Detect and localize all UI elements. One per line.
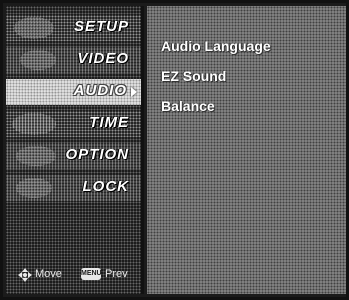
move-hint-label: Move: [35, 268, 62, 280]
submenu-item-ez-sound[interactable]: EZ Sound: [161, 68, 226, 84]
menu-item-label: OPTION: [65, 146, 129, 163]
setup-icon: [14, 17, 54, 39]
lock-icon: [16, 178, 52, 198]
menu-item-time[interactable]: TIME: [6, 111, 141, 137]
four-way-arrow-icon: [18, 268, 32, 282]
menu-item-video[interactable]: VIDEO: [6, 47, 141, 73]
menu-button-icon: MENU: [81, 268, 102, 280]
menu-item-label: SETUP: [73, 18, 129, 35]
main-menu: SETUP VIDEO AUDIO TIME OPTION LOCK: [6, 6, 144, 294]
menu-item-lock[interactable]: LOCK: [6, 175, 141, 201]
submenu-item-audio-language[interactable]: Audio Language: [161, 38, 271, 54]
speaker-icon: [16, 81, 58, 103]
submenu-item-balance[interactable]: Balance: [161, 98, 215, 114]
menu-item-label: VIDEO: [77, 50, 129, 67]
audio-submenu: Audio Language EZ Sound Balance: [147, 6, 346, 294]
menu-item-label: AUDIO: [73, 82, 127, 99]
prev-hint-label: Prev: [105, 268, 128, 280]
option-icon: [16, 146, 56, 166]
menu-item-label: TIME: [89, 114, 129, 131]
footer-hints: Move MENU Prev: [6, 261, 141, 291]
film-icon: [20, 50, 56, 70]
osd-menu: SETUP VIDEO AUDIO TIME OPTION LOCK Move …: [0, 0, 349, 300]
clock-icon: [12, 113, 56, 135]
triangle-right-icon: [131, 87, 137, 97]
menu-item-audio[interactable]: AUDIO: [6, 79, 141, 105]
menu-item-setup[interactable]: SETUP: [6, 15, 141, 41]
menu-item-label: LOCK: [82, 178, 129, 195]
menu-item-option[interactable]: OPTION: [6, 143, 141, 169]
